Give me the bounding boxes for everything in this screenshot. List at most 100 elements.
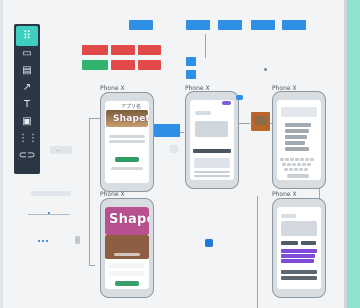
space-key[interactable] (287, 174, 309, 178)
section-bar (281, 276, 317, 280)
small-dot (264, 68, 267, 71)
phone-screen: アプリ名 Shapet (105, 101, 149, 183)
select-tool-button[interactable]: ⠿ (16, 26, 38, 46)
keyboard-key[interactable] (310, 158, 314, 161)
keyboard-key[interactable] (292, 163, 296, 166)
submit-button[interactable] (115, 281, 139, 286)
text-line (281, 259, 314, 263)
keyboard-key[interactable] (280, 158, 284, 161)
small-badge[interactable] (236, 95, 243, 100)
phone-frame (272, 198, 326, 298)
sticky-note[interactable] (111, 60, 135, 70)
sticky-note[interactable] (138, 60, 161, 70)
keyboard-key[interactable] (282, 163, 286, 166)
keyboard-key[interactable] (285, 158, 289, 161)
connector-line (89, 118, 100, 119)
keyboard-key[interactable] (290, 158, 294, 161)
link-tool-button[interactable]: ⊂⊃ (18, 150, 36, 162)
top-tag (222, 101, 231, 105)
image-tool-button[interactable]: ▣ (18, 116, 36, 128)
marker-dot (38, 240, 40, 242)
list-item (285, 147, 309, 151)
keyboard-key[interactable] (295, 158, 299, 161)
doc-icon (170, 145, 178, 153)
sticky-note-tool-button[interactable]: ▭ (18, 48, 36, 60)
phone-frame (185, 91, 239, 189)
text-line (109, 135, 145, 138)
sticky-note[interactable] (111, 45, 135, 55)
keyboard-key[interactable] (294, 168, 298, 171)
list-item (285, 123, 311, 127)
header-card (281, 107, 317, 117)
phone-frame: Shapet (100, 198, 154, 298)
text-line (111, 167, 143, 170)
text-line (281, 254, 315, 258)
keyboard-key[interactable] (297, 163, 301, 166)
list-item (285, 141, 305, 145)
cta-button[interactable] (115, 157, 139, 162)
robot-icon[interactable] (205, 239, 213, 247)
keyboard-key[interactable] (304, 168, 308, 171)
grid-tool-button[interactable]: ⋮⋮ (18, 133, 38, 145)
left-border (0, 0, 3, 308)
right-sidebar-edge (344, 0, 360, 308)
small-control[interactable] (75, 236, 80, 244)
keyboard-key[interactable] (287, 163, 291, 166)
small-card (281, 214, 296, 218)
phone-frame (272, 91, 326, 189)
input-like-box[interactable] (31, 191, 71, 196)
phone-screen: Shapet (105, 207, 149, 289)
brand-logo: Shapet (109, 212, 149, 227)
keyboard-key[interactable] (284, 168, 288, 171)
keyboard-key[interactable] (305, 158, 309, 161)
connector-line (257, 196, 258, 308)
keyboard-key[interactable] (307, 163, 311, 166)
text-line (194, 171, 230, 173)
connector-line (205, 34, 206, 58)
list-item (285, 129, 309, 133)
workspace: ⠿ ▭ ▤ ↗ T ▣ ⋮⋮ ⊂⊃ ... Phone X アプリ名 Shape… (0, 0, 360, 308)
sticky-note[interactable] (129, 20, 153, 30)
connector-line (89, 265, 95, 266)
sticky-note[interactable] (138, 45, 161, 55)
sticky-note[interactable] (82, 60, 108, 70)
arrow-tool-button[interactable]: ↗ (18, 82, 36, 94)
mini-card (195, 111, 211, 115)
text-snippet: ... (56, 147, 61, 153)
screen-title: アプリ名 (121, 104, 142, 110)
keyboard-key[interactable] (299, 168, 303, 171)
connector-line (89, 118, 90, 265)
sticky-note[interactable] (186, 70, 196, 79)
marker-dot (48, 212, 50, 214)
sticky-note[interactable] (186, 57, 196, 66)
phone-screen (190, 100, 234, 180)
sticky-note[interactable] (186, 20, 210, 30)
text-tool-button[interactable]: T (18, 99, 36, 111)
sticky-note[interactable] (82, 45, 108, 55)
text-line (109, 140, 145, 143)
keyboard-key[interactable] (300, 158, 304, 161)
phone-frame: アプリ名 Shapet (100, 92, 154, 192)
tag-chip (301, 241, 316, 245)
divider-line (28, 214, 70, 215)
input-field[interactable] (109, 271, 145, 276)
marker-dot (42, 240, 44, 242)
sticky-note[interactable] (251, 20, 275, 30)
image-card (281, 221, 317, 236)
keyboard-key[interactable] (302, 163, 306, 166)
image-card-inner (255, 116, 267, 125)
hero-text (114, 253, 140, 256)
card-tool-button[interactable]: ▤ (18, 65, 36, 77)
list-item (285, 135, 307, 139)
phone-label: Phone X (272, 191, 297, 198)
input-field[interactable] (109, 263, 145, 268)
image-card (195, 121, 228, 137)
left-toolbar: ⠿ ▭ ▤ ↗ T ▣ ⋮⋮ ⊂⊃ (14, 24, 40, 174)
sticky-note[interactable] (282, 20, 306, 30)
text-box[interactable] (50, 146, 72, 154)
sticky-note[interactable] (218, 20, 242, 30)
keyboard-key[interactable] (289, 168, 293, 171)
brand-logo: Shapet (113, 114, 149, 124)
phone-label: Phone X (100, 191, 125, 198)
flow-block[interactable] (154, 124, 180, 137)
